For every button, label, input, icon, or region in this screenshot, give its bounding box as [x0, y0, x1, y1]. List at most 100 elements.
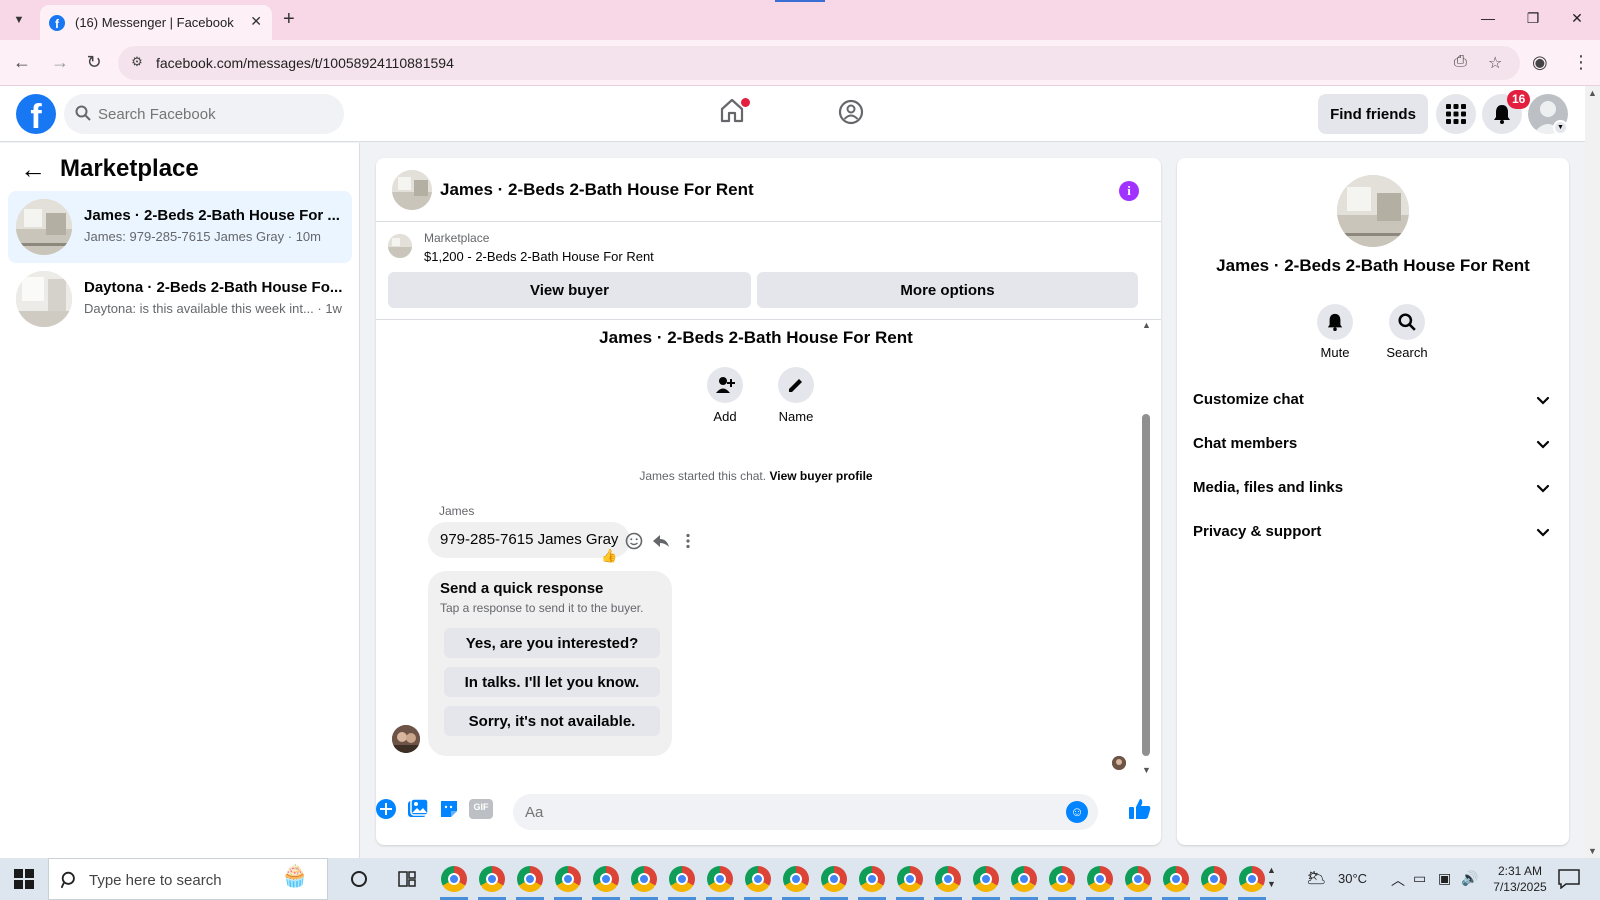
install-app-icon[interactable]: ⎙ [1454, 53, 1467, 71]
thumbs-up-like-icon[interactable] [1128, 797, 1152, 821]
forward-icon[interactable]: → [48, 52, 72, 73]
view-buyer-button[interactable]: View buyer [388, 272, 751, 308]
chrome-icon[interactable] [1163, 866, 1189, 892]
photo-icon[interactable] [406, 797, 430, 821]
temperature[interactable]: 30°C [1338, 871, 1367, 886]
chrome-icon[interactable] [821, 866, 847, 892]
taskbar-search[interactable]: Type here to search 🧁 [48, 858, 328, 900]
menu-button[interactable] [1436, 94, 1476, 134]
conversation-item[interactable]: James · 2-Beds 2-Bath House For ... Jame… [8, 191, 352, 263]
add-people-button[interactable] [707, 367, 743, 403]
back-icon[interactable]: ← [10, 52, 34, 73]
chat-info-avatar[interactable] [1337, 175, 1409, 247]
chrome-icon[interactable] [1049, 866, 1075, 892]
message-input[interactable] [525, 794, 1065, 830]
react-smiley-icon[interactable] [624, 531, 644, 551]
emoji-icon[interactable]: ☺ [1066, 801, 1088, 823]
browser-profile-icon[interactable]: ◉ [1532, 52, 1548, 73]
chrome-icon[interactable] [631, 866, 657, 892]
chrome-icon[interactable] [745, 866, 771, 892]
thumbs-up-reaction-icon[interactable]: 👍 [601, 548, 617, 564]
view-buyer-profile-link[interactable]: View buyer profile [769, 469, 872, 483]
more-vertical-icon[interactable] [678, 531, 698, 551]
scrollbar-thumb[interactable] [1142, 414, 1150, 756]
volume-icon[interactable]: 🔊 [1461, 870, 1478, 887]
browser-menu-icon[interactable]: ⋮ [1572, 52, 1590, 73]
gif-icon[interactable]: GIF [468, 797, 494, 821]
chrome-icon[interactable] [1125, 866, 1151, 892]
more-options-button[interactable]: More options [757, 272, 1138, 308]
tab-search-chevron-icon[interactable]: ▼ [8, 10, 30, 30]
site-info-icon[interactable]: ⚙ [128, 54, 146, 72]
name-chat-button[interactable] [778, 367, 814, 403]
listing-price[interactable]: $1,200 - 2-Beds 2-Bath House For Rent [424, 249, 654, 264]
facebook-search[interactable] [64, 94, 344, 134]
account-chevron-down-icon[interactable]: ▼ [1553, 120, 1568, 135]
chrome-icon[interactable] [593, 866, 619, 892]
reload-icon[interactable]: ↻ [82, 52, 106, 73]
scroll-up-icon[interactable]: ▲ [1142, 320, 1151, 330]
chrome-icon[interactable] [479, 866, 505, 892]
chrome-icon[interactable] [707, 866, 733, 892]
chrome-icon[interactable] [1239, 866, 1265, 892]
groups-icon[interactable] [838, 99, 864, 125]
message-input-wrapper[interactable]: ☺ [513, 794, 1098, 830]
browser-tab[interactable]: f (16) Messenger | Facebook ✕ [40, 5, 272, 40]
chrome-icon[interactable] [441, 866, 467, 892]
chat-avatar[interactable] [392, 170, 432, 210]
bookmark-star-icon[interactable]: ☆ [1488, 53, 1502, 73]
chrome-icon[interactable] [973, 866, 999, 892]
conversation-item[interactable]: Daytona · 2-Beds 2-Bath House Fo... Dayt… [8, 263, 352, 335]
quick-reply-button[interactable]: In talks. I'll let you know. [444, 667, 660, 697]
chrome-icon[interactable] [669, 866, 695, 892]
info-icon[interactable]: i [1119, 181, 1139, 201]
taskbar-scroll-chevrons-icon[interactable]: ▲ ▼ [1267, 863, 1276, 891]
chat-members-section[interactable]: Chat members [1193, 424, 1553, 464]
back-arrow-icon[interactable]: ← [20, 156, 46, 182]
new-tab-plus-icon[interactable]: + [283, 8, 295, 31]
network-icon[interactable]: ▭ [1413, 870, 1426, 887]
chat-scrollbar[interactable]: ▲ ▼ [1139, 320, 1153, 775]
search-in-chat-button[interactable] [1389, 304, 1425, 340]
show-hidden-icons-chevron-icon[interactable]: ︿ [1391, 870, 1405, 890]
window-close-icon[interactable]: ✕ [1567, 10, 1587, 27]
windows-start-icon[interactable] [14, 869, 34, 889]
chrome-icon[interactable] [1087, 866, 1113, 892]
sticker-icon[interactable] [437, 797, 461, 821]
minimize-icon[interactable]: — [1478, 10, 1498, 26]
tab-close-icon[interactable]: ✕ [250, 13, 262, 30]
scroll-down-icon[interactable]: ▼ [1142, 765, 1151, 775]
scroll-up-icon[interactable]: ▲ [1588, 88, 1597, 98]
restore-icon[interactable]: ❐ [1523, 10, 1543, 27]
more-actions-plus-icon[interactable] [376, 797, 398, 821]
weather-icon[interactable]: 🌥 [1306, 868, 1326, 888]
chrome-icon[interactable] [935, 866, 961, 892]
quick-reply-button[interactable]: Yes, are you interested? [444, 628, 660, 658]
chrome-icon[interactable] [783, 866, 809, 892]
page-scrollbar[interactable]: ▲ ▼ [1585, 86, 1600, 858]
reply-icon[interactable] [651, 531, 671, 551]
address-bar[interactable]: ⚙ facebook.com/messages/t/10058924110881… [118, 46, 1520, 80]
chrome-icon[interactable] [1011, 866, 1037, 892]
privacy-support-section[interactable]: Privacy & support [1193, 512, 1553, 552]
mute-button[interactable] [1317, 304, 1353, 340]
chrome-icon[interactable] [859, 866, 885, 892]
customize-chat-section[interactable]: Customize chat [1193, 380, 1553, 420]
find-friends-button[interactable]: Find friends [1318, 94, 1428, 134]
scroll-down-icon[interactable]: ▼ [1588, 846, 1597, 856]
facebook-search-input[interactable] [98, 94, 338, 134]
system-clock[interactable]: 2:31 AM 7/13/2025 [1480, 863, 1560, 895]
action-center-icon[interactable] [1558, 869, 1580, 889]
facebook-logo-icon[interactable]: f [16, 94, 56, 134]
task-view-icon[interactable] [398, 870, 416, 888]
sender-avatar[interactable] [392, 725, 420, 753]
cortana-icon[interactable] [351, 871, 367, 887]
chrome-icon[interactable] [897, 866, 923, 892]
url-text[interactable]: facebook.com/messages/t/1005892411088159… [156, 55, 454, 71]
chat-title[interactable]: James · 2-Beds 2-Bath House For Rent [440, 180, 754, 200]
chrome-icon[interactable] [1201, 866, 1227, 892]
chrome-icon[interactable] [555, 866, 581, 892]
meet-now-icon[interactable]: ▣ [1438, 870, 1451, 887]
media-files-links-section[interactable]: Media, files and links [1193, 468, 1553, 508]
chrome-icon[interactable] [517, 866, 543, 892]
